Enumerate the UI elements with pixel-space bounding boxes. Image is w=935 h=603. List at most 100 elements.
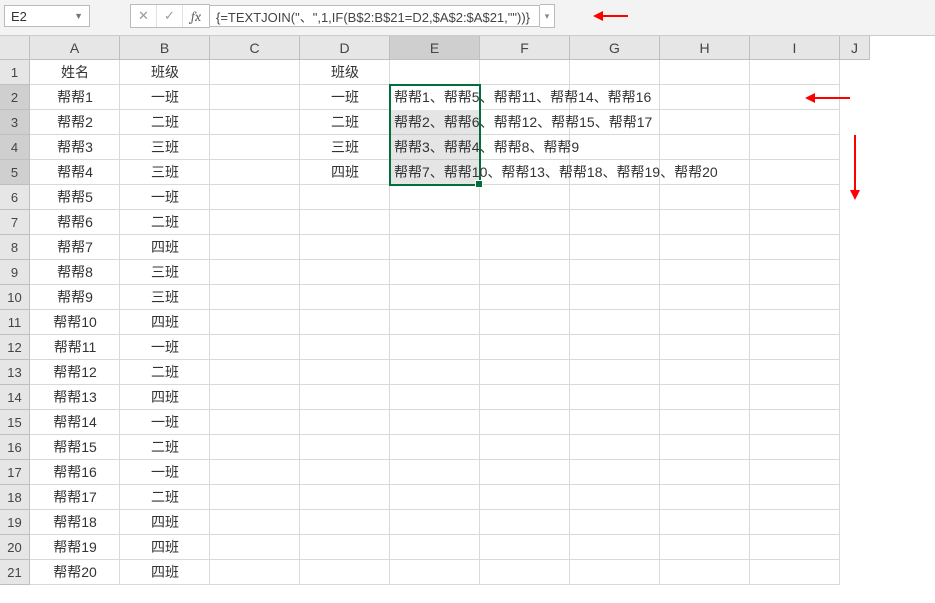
cell-B16[interactable] <box>120 435 210 460</box>
cell-D2[interactable] <box>300 85 390 110</box>
cell-D9[interactable] <box>300 260 390 285</box>
row-header-21[interactable]: 21 <box>0 560 30 585</box>
cell-I11[interactable] <box>750 310 840 335</box>
cell-G19[interactable] <box>570 510 660 535</box>
cell-C3[interactable] <box>210 110 300 135</box>
cell-H8[interactable] <box>660 235 750 260</box>
cell-I21[interactable] <box>750 560 840 585</box>
cell-C6[interactable] <box>210 185 300 210</box>
cell-H19[interactable] <box>660 510 750 535</box>
cell-I13[interactable] <box>750 360 840 385</box>
cell-B19[interactable] <box>120 510 210 535</box>
cell-I18[interactable] <box>750 485 840 510</box>
cancel-formula-button[interactable]: ✕ <box>131 5 157 27</box>
chevron-down-icon[interactable]: ▼ <box>74 11 83 21</box>
cell-A6[interactable] <box>30 185 120 210</box>
cell-F11[interactable] <box>480 310 570 335</box>
cell-H5[interactable] <box>660 160 750 185</box>
cell-C18[interactable] <box>210 485 300 510</box>
cell-E20[interactable] <box>390 535 480 560</box>
cell-G16[interactable] <box>570 435 660 460</box>
name-box[interactable]: E2 ▼ <box>4 5 90 27</box>
cell-B7[interactable] <box>120 210 210 235</box>
cell-E10[interactable] <box>390 285 480 310</box>
cell-D20[interactable] <box>300 535 390 560</box>
cell-C13[interactable] <box>210 360 300 385</box>
cell-G4[interactable] <box>570 135 660 160</box>
column-header-F[interactable]: F <box>480 36 570 60</box>
cell-D5[interactable] <box>300 160 390 185</box>
select-all-corner[interactable] <box>0 36 30 60</box>
cell-I9[interactable] <box>750 260 840 285</box>
cell-I15[interactable] <box>750 410 840 435</box>
cell-A10[interactable] <box>30 285 120 310</box>
cell-I3[interactable] <box>750 110 840 135</box>
row-header-16[interactable]: 16 <box>0 435 30 460</box>
cell-D11[interactable] <box>300 310 390 335</box>
cell-A19[interactable] <box>30 510 120 535</box>
column-header-H[interactable]: H <box>660 36 750 60</box>
cell-D3[interactable] <box>300 110 390 135</box>
cell-E13[interactable] <box>390 360 480 385</box>
cell-E6[interactable] <box>390 185 480 210</box>
cell-B12[interactable] <box>120 335 210 360</box>
cell-C4[interactable] <box>210 135 300 160</box>
cell-A13[interactable] <box>30 360 120 385</box>
cell-G3[interactable] <box>570 110 660 135</box>
cell-F18[interactable] <box>480 485 570 510</box>
cell-G1[interactable] <box>570 60 660 85</box>
cell-A9[interactable] <box>30 260 120 285</box>
cell-F3[interactable] <box>480 110 570 135</box>
cell-A14[interactable] <box>30 385 120 410</box>
cell-A8[interactable] <box>30 235 120 260</box>
cell-I10[interactable] <box>750 285 840 310</box>
cell-G2[interactable] <box>570 85 660 110</box>
column-header-I[interactable]: I <box>750 36 840 60</box>
cell-G10[interactable] <box>570 285 660 310</box>
cell-E19[interactable] <box>390 510 480 535</box>
cell-D10[interactable] <box>300 285 390 310</box>
row-header-7[interactable]: 7 <box>0 210 30 235</box>
cell-A4[interactable] <box>30 135 120 160</box>
cell-G14[interactable] <box>570 385 660 410</box>
cell-H3[interactable] <box>660 110 750 135</box>
cell-B20[interactable] <box>120 535 210 560</box>
row-header-17[interactable]: 17 <box>0 460 30 485</box>
cell-A7[interactable] <box>30 210 120 235</box>
cell-F6[interactable] <box>480 185 570 210</box>
cell-H20[interactable] <box>660 535 750 560</box>
cell-F15[interactable] <box>480 410 570 435</box>
cell-A3[interactable] <box>30 110 120 135</box>
cell-I8[interactable] <box>750 235 840 260</box>
cell-F9[interactable] <box>480 260 570 285</box>
cell-C11[interactable] <box>210 310 300 335</box>
cell-H2[interactable] <box>660 85 750 110</box>
cell-I6[interactable] <box>750 185 840 210</box>
cell-C19[interactable] <box>210 510 300 535</box>
cell-G12[interactable] <box>570 335 660 360</box>
cell-G20[interactable] <box>570 535 660 560</box>
cell-C8[interactable] <box>210 235 300 260</box>
cell-E11[interactable] <box>390 310 480 335</box>
cell-I12[interactable] <box>750 335 840 360</box>
row-header-20[interactable]: 20 <box>0 535 30 560</box>
cell-D14[interactable] <box>300 385 390 410</box>
cell-C20[interactable] <box>210 535 300 560</box>
cell-E9[interactable] <box>390 260 480 285</box>
cell-F10[interactable] <box>480 285 570 310</box>
cell-H12[interactable] <box>660 335 750 360</box>
cell-E8[interactable] <box>390 235 480 260</box>
cell-F12[interactable] <box>480 335 570 360</box>
row-header-6[interactable]: 6 <box>0 185 30 210</box>
cell-G21[interactable] <box>570 560 660 585</box>
row-header-18[interactable]: 18 <box>0 485 30 510</box>
cell-H9[interactable] <box>660 260 750 285</box>
cell-A20[interactable] <box>30 535 120 560</box>
row-header-1[interactable]: 1 <box>0 60 30 85</box>
cell-E17[interactable] <box>390 460 480 485</box>
cell-B17[interactable] <box>120 460 210 485</box>
cell-B3[interactable] <box>120 110 210 135</box>
row-header-9[interactable]: 9 <box>0 260 30 285</box>
cell-I17[interactable] <box>750 460 840 485</box>
cell-H16[interactable] <box>660 435 750 460</box>
